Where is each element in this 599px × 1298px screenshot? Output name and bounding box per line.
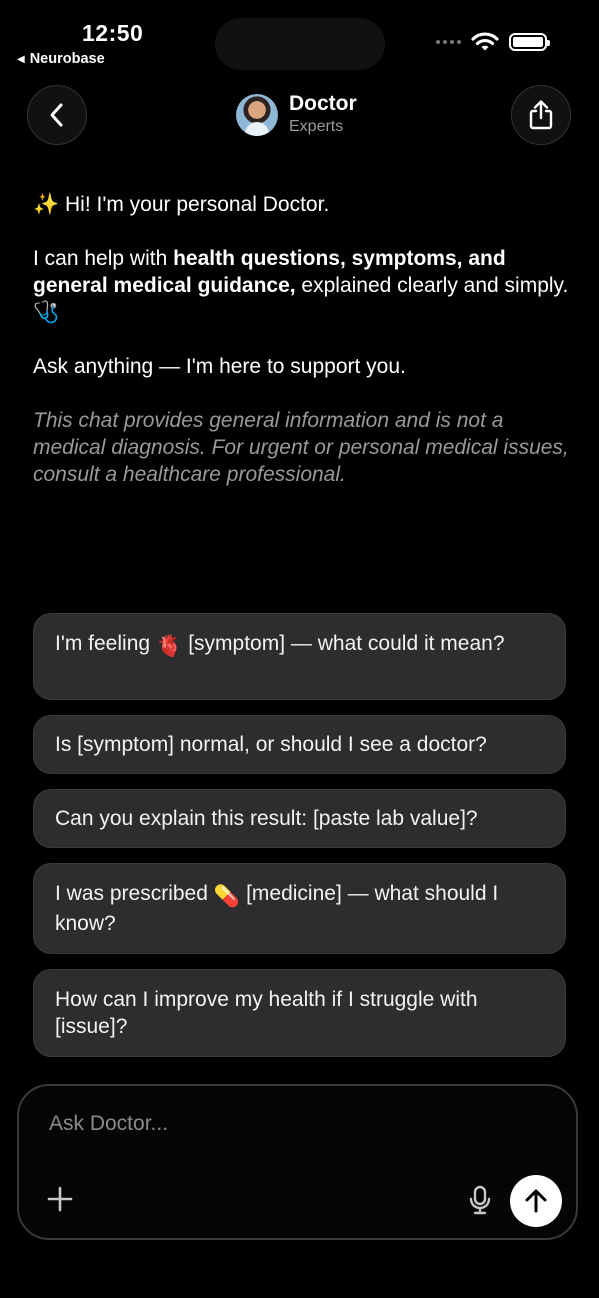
suggestion-text: How can I improve my health if I struggl… — [55, 988, 478, 1038]
suggestion-text: Is [symptom] normal, or should I see a d… — [55, 733, 487, 756]
dynamic-island — [215, 18, 385, 70]
suggestion-chip-improve-health[interactable]: How can I improve my health if I struggl… — [33, 969, 566, 1057]
suggestion-chip-see-doctor[interactable]: Is [symptom] normal, or should I see a d… — [33, 715, 566, 774]
suggestion-list: I'm feeling 🫀 [symptom] — what could it me… — [33, 613, 566, 1057]
send-button[interactable] — [510, 1175, 562, 1227]
signal-dots-icon — [436, 40, 461, 44]
back-triangle-icon: ◀ — [17, 53, 25, 65]
pill-icon: 💊 — [213, 885, 241, 908]
stethoscope-icon: 🩺 — [33, 301, 60, 324]
microphone-icon — [469, 1185, 491, 1215]
heart-icon: 🫀 — [156, 635, 183, 658]
back-button[interactable] — [27, 85, 87, 145]
help-paragraph: I can help with health questions, sympto… — [33, 245, 573, 326]
help-suffix: explained clearly and simply. — [295, 274, 569, 297]
share-icon — [529, 100, 553, 130]
header-title: Doctor — [289, 92, 357, 115]
status-indicators — [436, 32, 550, 52]
suggestion-text: [symptom] — what could it mean? — [188, 632, 505, 655]
suggestion-chip-medicine[interactable]: I was prescribed 💊 [medicine] — what shoul… — [33, 863, 566, 954]
plus-icon — [47, 1186, 73, 1212]
microphone-button[interactable] — [465, 1184, 495, 1216]
suggestion-text: I'm feeling — [55, 632, 151, 655]
back-to-app-link[interactable]: ◀ Neurobase — [17, 51, 105, 67]
share-button[interactable] — [511, 85, 571, 145]
battery-icon — [509, 33, 550, 51]
greeting-text: Hi! I'm your personal Doctor. — [65, 193, 330, 216]
chat-header[interactable]: Doctor Experts — [236, 92, 357, 138]
suggestion-chip-lab-result[interactable]: Can you explain this result: [paste lab … — [33, 789, 566, 848]
suggestion-chip-symptom[interactable]: I'm feeling 🫀 [symptom] — what could it me… — [33, 613, 566, 700]
arrow-up-icon — [525, 1189, 547, 1213]
wifi-icon — [471, 32, 499, 51]
doctor-avatar — [236, 94, 278, 136]
chevron-left-icon — [50, 103, 63, 127]
message-composer — [17, 1084, 578, 1240]
suggestion-text: Can you explain this result: [paste lab … — [55, 807, 478, 830]
suggestion-text: I was prescribed — [55, 882, 208, 905]
sparkles-icon: ✨ — [33, 193, 60, 216]
header-subtitle: Experts — [289, 118, 344, 135]
message-input[interactable] — [49, 1112, 469, 1136]
help-prefix: I can help with — [33, 247, 174, 270]
ask-line: Ask anything — I'm here to support you. — [33, 355, 406, 378]
greeting-line: ✨ Hi! I'm your personal Doctor. — [33, 191, 573, 218]
disclaimer-text: This chat provides general information a… — [33, 409, 569, 486]
attach-button[interactable] — [45, 1184, 75, 1214]
status-time: 12:50 — [82, 20, 144, 46]
back-app-label: Neurobase — [29, 51, 105, 67]
assistant-message: ✨ Hi! I'm your personal Doctor. I can he… — [33, 191, 573, 515]
